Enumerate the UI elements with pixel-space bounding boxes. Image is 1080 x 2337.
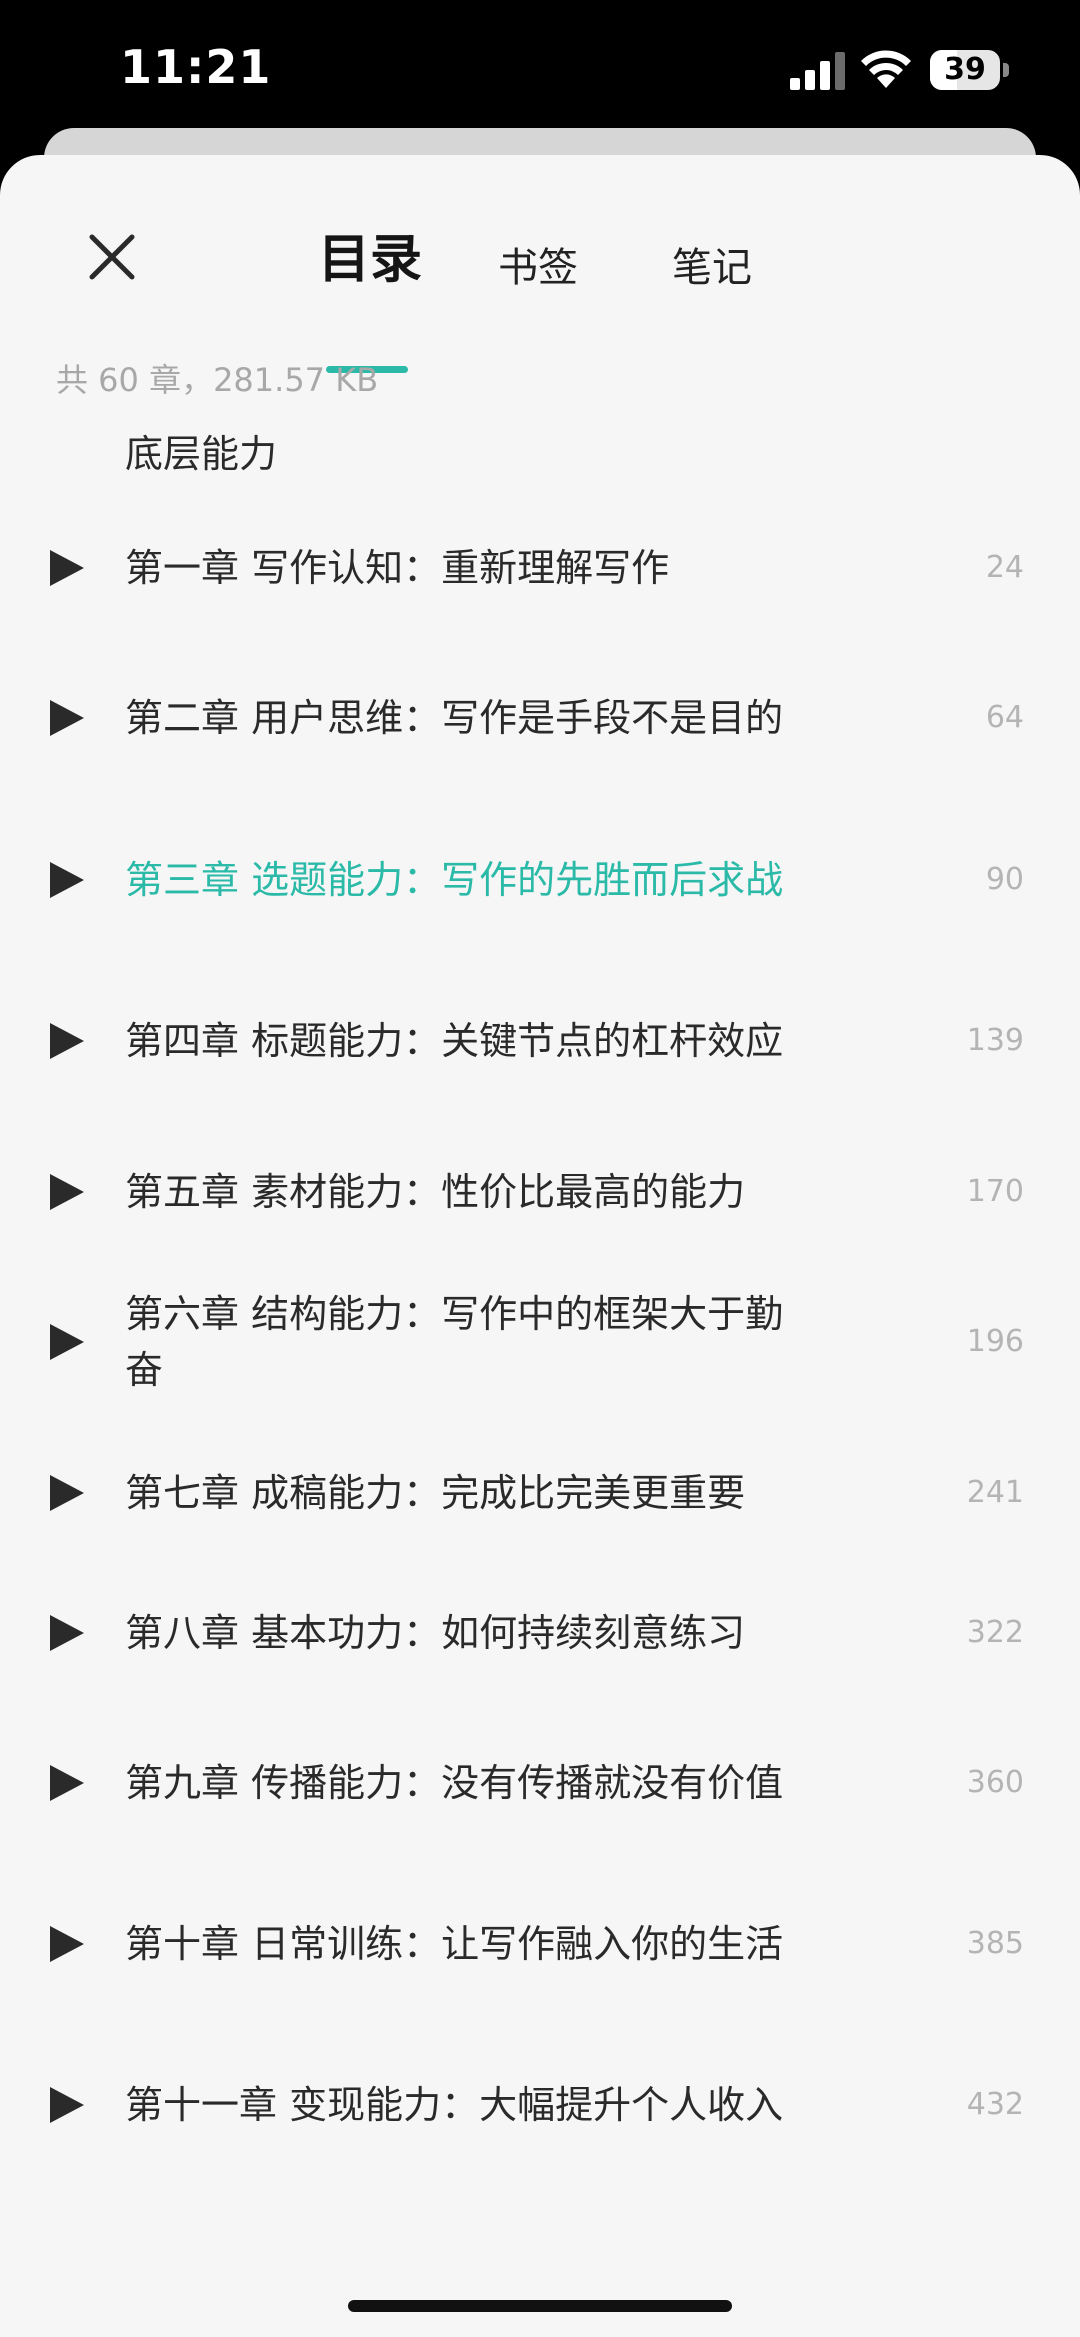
chapter-page-number: 432: [966, 2087, 1024, 2122]
chapter-page-number: 385: [966, 1926, 1024, 1961]
expand-arrow-icon[interactable]: [48, 1613, 86, 1653]
chapter-item[interactable]: 第五章 素材能力：性价比最高的能力 170: [0, 1132, 1080, 1252]
chapter-item[interactable]: 第十章 日常训练：让写作融入你的生活 385: [0, 1884, 1080, 2004]
chapter-item[interactable]: 第二章 用户思维：写作是手段不是目的 64: [0, 658, 1080, 778]
status-time: 11:21: [120, 40, 272, 94]
table-of-contents-sheet: 目录 书签 笔记 共 60 章，281.57 KB 底层能力 第一章 写作认知：…: [0, 155, 1080, 2337]
expand-arrow-icon[interactable]: [48, 1322, 86, 1362]
chapter-page-number: 170: [966, 1174, 1024, 1209]
chapter-page-number: 322: [966, 1615, 1024, 1650]
chapter-page-number: 196: [966, 1324, 1024, 1359]
chapter-item[interactable]: 第三章 选题能力：写作的先胜而后求战 90: [0, 820, 1080, 940]
tab-bar: 目录 书签 笔记: [0, 215, 1080, 373]
battery-tip: [1003, 63, 1009, 77]
expand-arrow-icon[interactable]: [48, 1763, 86, 1803]
chapter-item[interactable]: 第七章 成稿能力：完成比完美更重要 241: [0, 1433, 1080, 1553]
battery-percentage: 39: [944, 52, 986, 87]
expand-arrow-icon[interactable]: [48, 860, 86, 900]
volume-title: 底层能力: [125, 432, 278, 476]
chapter-title: 第十一章 变现能力：大幅提升个人收入: [125, 2083, 784, 2127]
battery-icon: 39: [930, 50, 1010, 90]
chapter-item[interactable]: 第十一章 变现能力：大幅提升个人收入 432: [0, 2045, 1080, 2165]
expand-arrow-icon[interactable]: [48, 698, 86, 738]
chapter-item[interactable]: 第四章 标题能力：关键节点的杠杆效应 139: [0, 981, 1080, 1101]
chapter-title: 第三章 选题能力：写作的先胜而后求战: [125, 858, 784, 902]
tab-table-of-contents[interactable]: 目录: [318, 217, 422, 292]
chapter-page-number: 64: [985, 700, 1024, 735]
chapter-title: 第六章 结构能力：写作中的框架大于勤奋: [125, 1292, 784, 1392]
chapter-page-number: 139: [966, 1023, 1024, 1058]
chapter-title: 第四章 标题能力：关键节点的杠杆效应: [125, 1019, 784, 1063]
book-info: 共 60 章，281.57 KB: [56, 361, 379, 399]
chapter-item[interactable]: 第六章 结构能力：写作中的框架大于勤奋 196: [0, 1282, 1080, 1402]
cellular-signal-icon: [790, 52, 845, 90]
chapter-page-number: 90: [985, 862, 1024, 897]
expand-arrow-icon[interactable]: [48, 1924, 86, 1964]
chapter-title: 第五章 素材能力：性价比最高的能力: [125, 1170, 746, 1214]
expand-arrow-icon[interactable]: [48, 548, 86, 588]
tab-bookmarks[interactable]: 书签: [498, 235, 578, 293]
chapter-title: 第二章 用户思维：写作是手段不是目的: [125, 696, 784, 740]
chapter-title: 第七章 成稿能力：完成比完美更重要: [125, 1471, 746, 1515]
chapter-page-number: 24: [985, 550, 1024, 585]
tab-notes[interactable]: 笔记: [672, 235, 752, 293]
chapter-title: 第十章 日常训练：让写作融入你的生活: [125, 1922, 784, 1966]
expand-arrow-icon[interactable]: [48, 1473, 86, 1513]
home-indicator: [348, 2300, 732, 2312]
chapter-item[interactable]: 第八章 基本功力：如何持续刻意练习 322: [0, 1573, 1080, 1693]
chapter-item[interactable]: 第一章 写作认知：重新理解写作 24: [0, 508, 1080, 628]
chapter-item[interactable]: 第九章 传播能力：没有传播就没有价值 360: [0, 1723, 1080, 1843]
expand-arrow-icon[interactable]: [48, 1172, 86, 1212]
chapter-title: 第一章 写作认知：重新理解写作: [125, 546, 670, 590]
chapter-page-number: 241: [966, 1475, 1024, 1510]
expand-arrow-icon[interactable]: [48, 2085, 86, 2125]
wifi-icon: [861, 50, 911, 88]
chapter-page-number: 360: [966, 1765, 1024, 1800]
expand-arrow-icon[interactable]: [48, 1021, 86, 1061]
status-bar: 11:21 39: [0, 0, 1080, 130]
chapter-title: 第八章 基本功力：如何持续刻意练习: [125, 1611, 746, 1655]
chapter-title: 第九章 传播能力：没有传播就没有价值: [125, 1761, 784, 1805]
